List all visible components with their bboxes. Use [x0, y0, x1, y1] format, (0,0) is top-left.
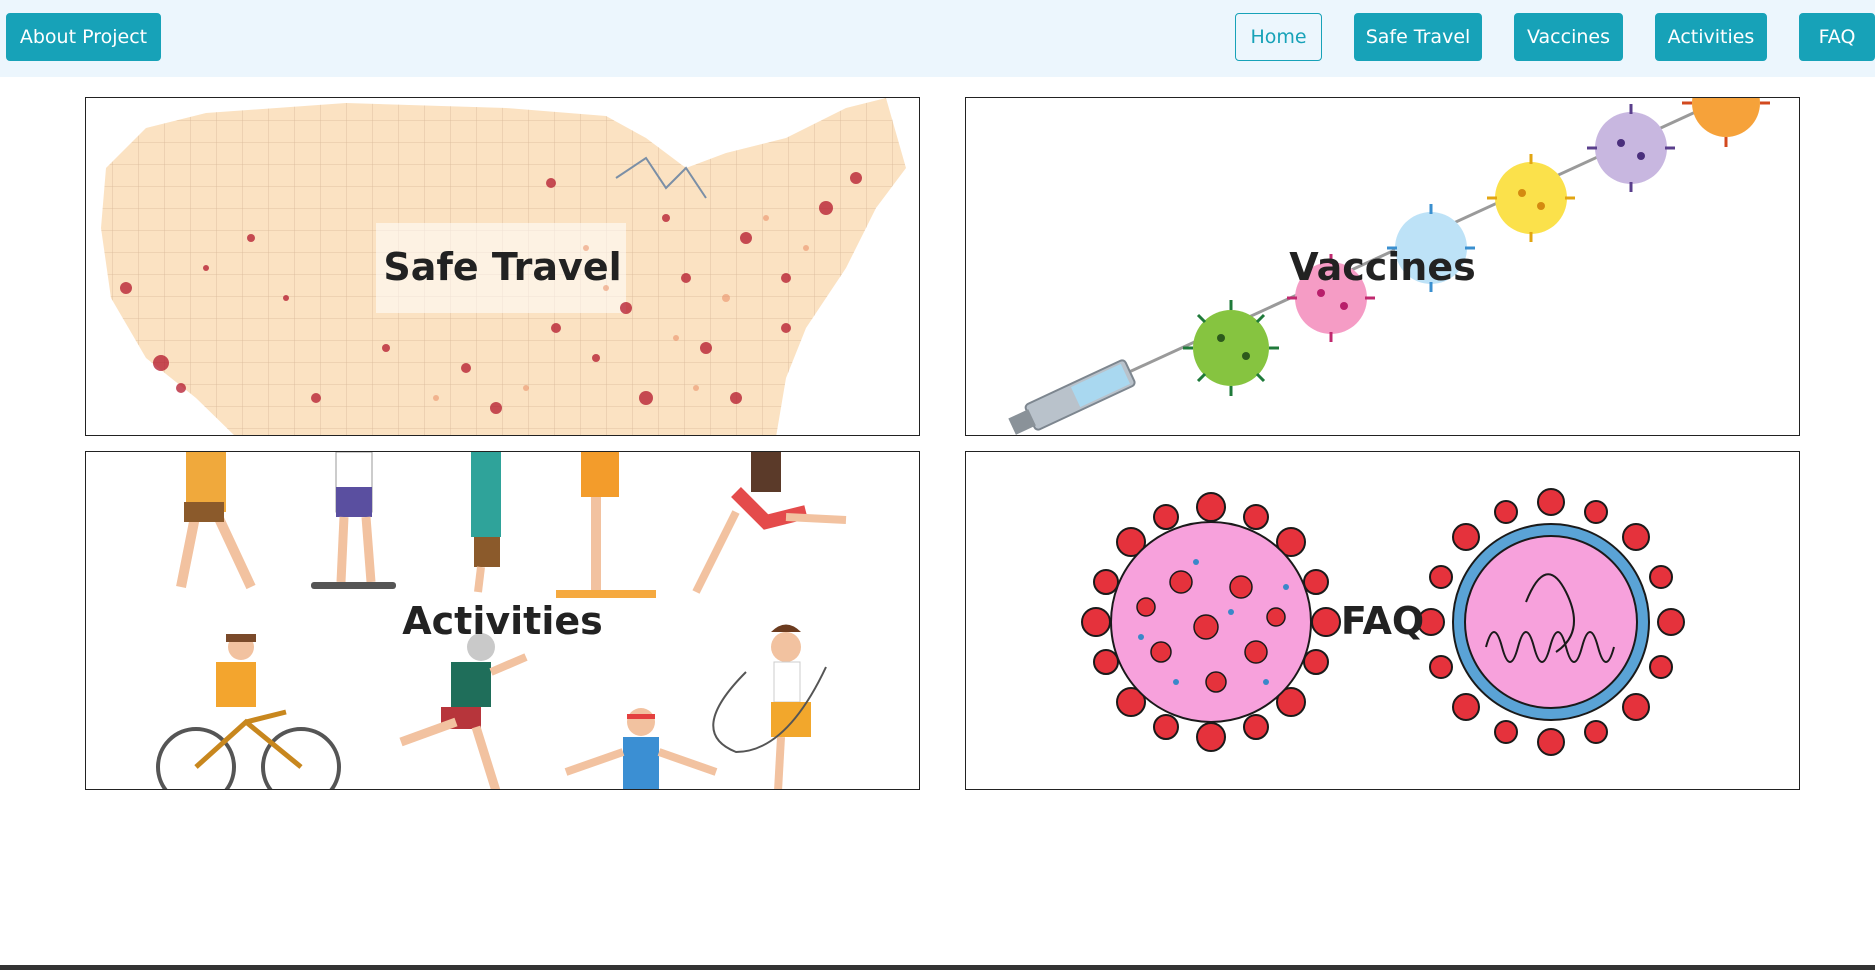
coronavirus-right-icon	[1417, 488, 1685, 756]
meditating-woman-figure	[564, 708, 718, 789]
coronavirus-image	[1081, 488, 1685, 756]
navbar: About Project Home Safe Travel Vaccines …	[0, 0, 1875, 77]
running-woman-figure	[692, 452, 847, 594]
stretching-person-figure	[471, 452, 501, 593]
virus-green-icon	[1183, 300, 1279, 396]
balancing-person-figure	[556, 452, 656, 598]
bottom-bar	[0, 965, 1875, 970]
cyclist-figure	[156, 634, 341, 789]
nav-safe-travel-button[interactable]: Safe Travel	[1354, 13, 1482, 61]
virus-orange-icon	[1682, 98, 1770, 147]
runner-man-figure	[399, 633, 528, 789]
virus-purple-icon	[1587, 104, 1675, 192]
about-project-button[interactable]: About Project	[6, 13, 161, 61]
walking-person-figure	[176, 452, 256, 590]
nav-home-button[interactable]: Home	[1235, 13, 1322, 61]
vaccines-card[interactable]: Vaccines	[965, 97, 1800, 436]
virus-pink-icon	[1287, 254, 1375, 342]
nav-vaccines-button[interactable]: Vaccines	[1514, 13, 1623, 61]
activities-card[interactable]: Activities	[85, 451, 920, 790]
skateboarder-figure	[311, 452, 396, 589]
nav-activities-button[interactable]: Activities	[1655, 13, 1767, 61]
us-heat-map-image	[101, 98, 906, 435]
safe-travel-card[interactable]: Safe Travel	[85, 97, 920, 436]
coronavirus-left-icon	[1081, 492, 1341, 752]
virus-blue-icon	[1387, 204, 1475, 292]
virus-yellow-icon	[1487, 154, 1575, 242]
jump-rope-woman-figure	[712, 624, 827, 789]
syringe-virus-image	[1008, 98, 1770, 435]
nav-faq-button[interactable]: FAQ	[1799, 13, 1875, 61]
people-exercising-image	[156, 452, 847, 789]
faq-card[interactable]: FAQ	[965, 451, 1800, 790]
